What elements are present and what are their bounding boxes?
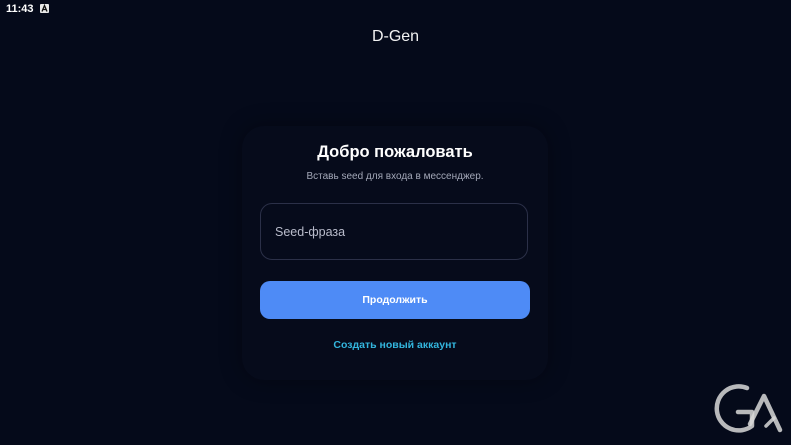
welcome-heading: Добро пожаловать — [317, 143, 473, 161]
welcome-subtitle: Вставь seed для входа в мессенджер. — [306, 171, 484, 182]
create-account-link[interactable]: Создать новый аккаунт — [242, 339, 548, 351]
status-time: 11:43 — [6, 3, 34, 15]
ga-logo-icon — [714, 380, 784, 436]
continue-button[interactable]: Продолжить — [260, 281, 530, 319]
app-title: D-Gen — [371, 28, 420, 45]
seed-phrase-field[interactable] — [260, 203, 528, 260]
status-bar: 11:43 — [0, 0, 791, 18]
a-badge-icon — [40, 4, 49, 13]
seed-phrase-input[interactable] — [275, 204, 515, 259]
